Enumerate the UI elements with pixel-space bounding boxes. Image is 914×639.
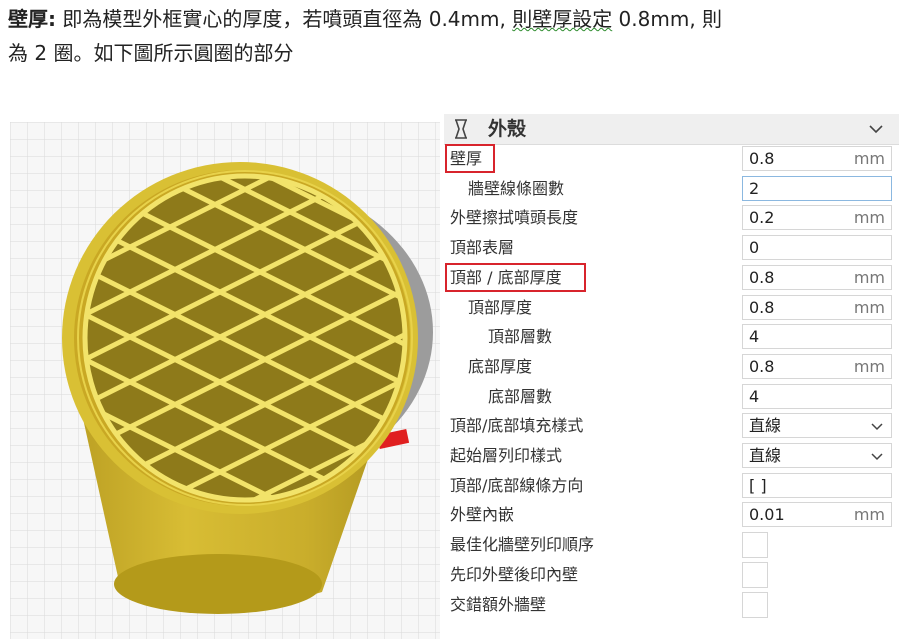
setting-row: 先印外壁後印內壁 bbox=[444, 560, 899, 590]
chevron-down-icon bbox=[871, 453, 883, 461]
setting-value: 直線 bbox=[749, 446, 782, 465]
setting-label: 交錯額外牆壁 bbox=[450, 594, 547, 614]
setting-input[interactable]: 0.8 mm bbox=[742, 146, 892, 171]
document-text-a: 即為模型外框實心的厚度，若噴頭直徑為 0.4mm, bbox=[56, 7, 506, 31]
setting-input[interactable]: [ ] bbox=[742, 472, 892, 498]
setting-input[interactable]: 0.8 mm bbox=[742, 294, 892, 320]
setting-row: 牆壁線條圈數 2 bbox=[444, 174, 899, 204]
setting-label: 先印外壁後印內壁 bbox=[450, 564, 579, 584]
setting-label: 頂部厚度 bbox=[468, 297, 533, 317]
setting-row: 外壁擦拭噴頭長度 0.2 mm bbox=[444, 203, 899, 233]
document-paragraph: 壁厚: 即為模型外框實心的厚度，若噴頭直徑為 0.4mm, 則壁厚設定 0.8m… bbox=[8, 2, 908, 70]
setting-row: 頂部/底部線條方向 [ ] bbox=[444, 471, 899, 501]
setting-value: 4 bbox=[749, 327, 760, 347]
setting-unit: mm bbox=[853, 505, 885, 525]
setting-label: 底部厚度 bbox=[468, 356, 533, 376]
setting-label: 底部層數 bbox=[488, 386, 553, 406]
settings-panel: 外殼 壁厚 0.8 mm 牆壁線條圈數 2 外壁擦拭噴頭長度 0.2 mm 頂部表層 0 頂部 / … bbox=[444, 114, 899, 639]
highlight-wall-thickness bbox=[445, 144, 495, 173]
setting-select[interactable]: 直線 bbox=[742, 443, 892, 468]
setting-row: 壁厚 0.8 mm bbox=[444, 144, 899, 174]
chevron-down-icon bbox=[871, 423, 883, 431]
document-line-2: 為 2 圈。如下圖所示圓圈的部分 bbox=[8, 41, 294, 65]
setting-label: 外壁內嵌 bbox=[450, 505, 515, 525]
shell-icon bbox=[455, 119, 467, 139]
setting-input[interactable]: 2 bbox=[742, 175, 892, 201]
setting-label: 外壁擦拭噴頭長度 bbox=[450, 208, 579, 228]
setting-input[interactable]: 0.01 mm bbox=[742, 502, 892, 528]
setting-unit: mm bbox=[853, 208, 885, 228]
setting-row: 最佳化牆壁列印順序 bbox=[444, 530, 899, 560]
setting-row: 頂部表層 0 bbox=[444, 233, 899, 263]
wall-thickness-term: 壁厚: bbox=[8, 7, 56, 31]
model-render bbox=[10, 122, 440, 639]
setting-value: 直線 bbox=[749, 416, 782, 436]
setting-checkbox[interactable] bbox=[742, 532, 768, 559]
setting-input[interactable]: 0.8 mm bbox=[742, 264, 892, 290]
setting-label: 頂部/底部線條方向 bbox=[450, 475, 584, 495]
setting-row: 頂部/底部填充樣式 直線 bbox=[444, 411, 899, 441]
setting-label: 頂部層數 bbox=[488, 327, 553, 347]
setting-unit: mm bbox=[853, 149, 885, 168]
setting-input[interactable]: 0.8 mm bbox=[742, 353, 892, 379]
setting-label: 牆壁線條圈數 bbox=[468, 178, 565, 198]
section-title: 外殼 bbox=[488, 118, 527, 140]
3d-viewport[interactable] bbox=[10, 122, 440, 639]
shell-section-header[interactable]: 外殼 bbox=[444, 114, 899, 145]
setting-value: [ ] bbox=[749, 475, 767, 495]
setting-checkbox[interactable] bbox=[742, 561, 768, 588]
setting-row: 交錯額外牆壁 bbox=[444, 590, 899, 620]
setting-label: 起始層列印樣式 bbox=[450, 446, 563, 465]
setting-label: 最佳化牆壁列印順序 bbox=[450, 535, 595, 555]
setting-value: 0.8 bbox=[749, 297, 775, 317]
setting-value: 0.8 bbox=[749, 267, 775, 287]
setting-row: 底部層數 4 bbox=[444, 382, 899, 412]
chevron-down-icon[interactable] bbox=[868, 121, 884, 137]
setting-input[interactable]: 0.2 mm bbox=[742, 205, 892, 231]
setting-value: 2 bbox=[749, 178, 760, 198]
setting-input[interactable]: 4 bbox=[742, 324, 892, 350]
highlight-top-bottom-thickness bbox=[445, 263, 586, 292]
setting-unit: mm bbox=[853, 297, 885, 317]
panel-bottom-edge bbox=[444, 627, 899, 639]
setting-unit: mm bbox=[853, 356, 885, 376]
setting-row: 起始層列印樣式 直線 bbox=[444, 441, 899, 471]
setting-row: 外壁內嵌 0.01 mm bbox=[444, 500, 899, 530]
setting-select[interactable]: 直線 bbox=[742, 413, 892, 439]
setting-input[interactable]: 4 bbox=[742, 383, 892, 409]
setting-value: 0.01 bbox=[749, 505, 785, 525]
setting-row: 頂部層數 4 bbox=[444, 322, 899, 352]
setting-label: 頂部/底部填充樣式 bbox=[450, 416, 584, 436]
setting-label: 頂部表層 bbox=[450, 238, 515, 258]
document-text-b: 則壁厚設定 bbox=[512, 7, 613, 31]
setting-unit: mm bbox=[853, 267, 885, 287]
document-text-c: 0.8mm, 則 bbox=[612, 7, 723, 31]
setting-value: 0.8 bbox=[749, 149, 775, 168]
setting-value: 0.2 bbox=[749, 208, 775, 228]
setting-value: 0 bbox=[749, 238, 760, 258]
setting-input[interactable]: 0 bbox=[742, 235, 892, 261]
setting-row: 頂部厚度 0.8 mm bbox=[444, 293, 899, 323]
setting-checkbox[interactable] bbox=[742, 591, 768, 618]
setting-value: 0.8 bbox=[749, 356, 775, 376]
document-line-1: 壁厚: 即為模型外框實心的厚度，若噴頭直徑為 0.4mm, 則壁厚設定 0.8m… bbox=[8, 2, 908, 36]
setting-row: 底部厚度 0.8 mm bbox=[444, 352, 899, 382]
setting-value: 4 bbox=[749, 386, 760, 406]
